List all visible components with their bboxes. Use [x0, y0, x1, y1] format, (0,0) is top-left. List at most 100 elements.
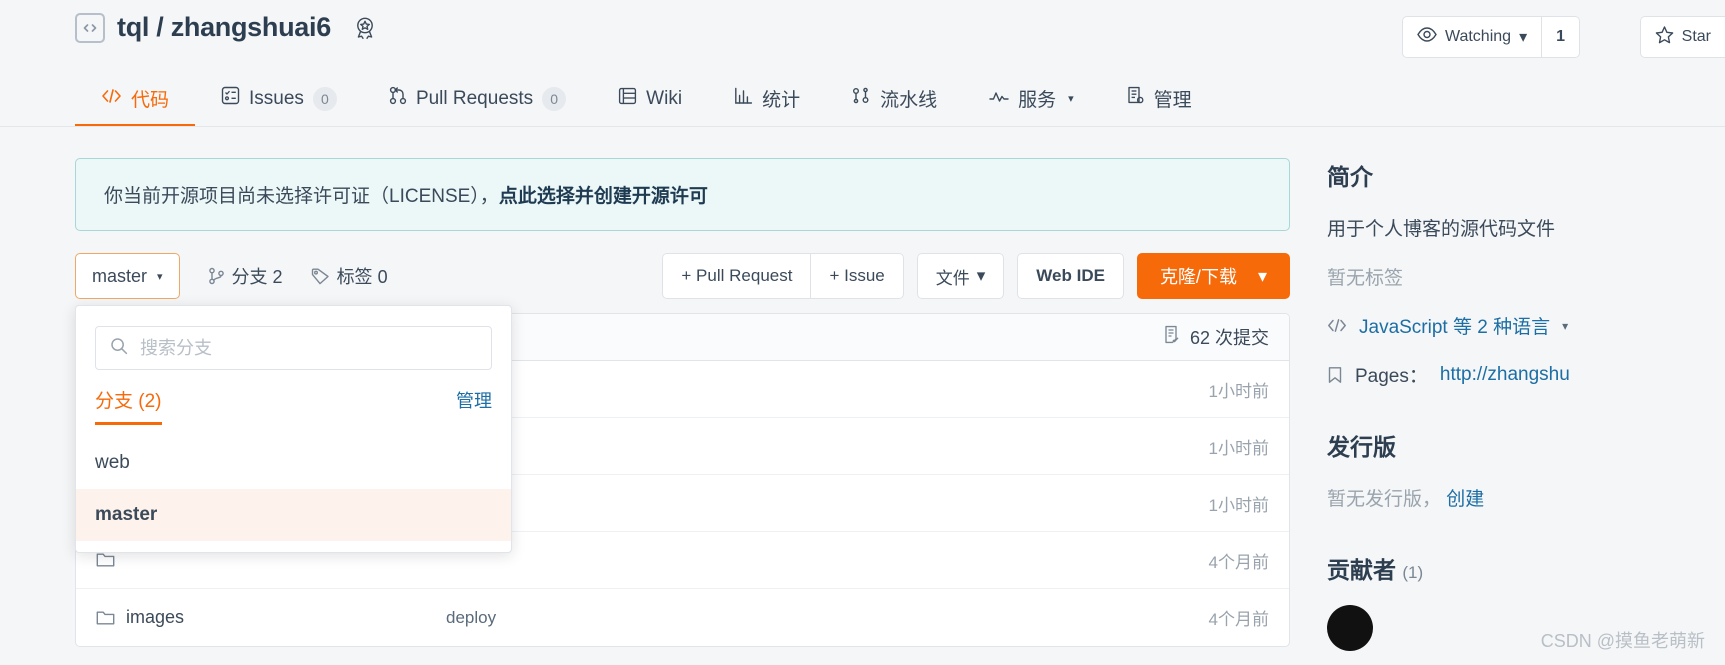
- web-ide-button[interactable]: Web IDE: [1017, 253, 1124, 299]
- branch-search-wrap: [76, 306, 511, 370]
- tab-label: Wiki: [646, 87, 683, 109]
- branch-selector-label: master: [92, 265, 148, 286]
- license-banner: 你当前开源项目尚未选择许可证（LICENSE）， 点此选择并创建开源许可: [75, 158, 1290, 231]
- clone-download-label: 克隆/下载: [1159, 267, 1237, 287]
- tab-issues[interactable]: Issues 0: [195, 73, 363, 127]
- languages-row[interactable]: JavaScript 等 2 种语言 ▾: [1327, 312, 1725, 339]
- tab-label: 统计: [762, 90, 801, 111]
- create-license-link[interactable]: 点此选择并创建开源许可: [499, 181, 708, 208]
- pages-bookmark-icon: [1327, 366, 1343, 384]
- pipeline-icon: [852, 86, 871, 111]
- star-label: Star: [1681, 28, 1711, 45]
- branch-search-box[interactable]: [95, 326, 492, 370]
- new-pull-request-button[interactable]: + Pull Request: [662, 253, 812, 299]
- repo-title-row: tql / zhangshuai6: [75, 12, 379, 43]
- tab-wiki[interactable]: Wiki: [592, 73, 708, 127]
- watch-button[interactable]: Watching ▾: [1401, 16, 1543, 58]
- star-icon: [1655, 25, 1674, 49]
- no-release-row: 暂无发行版， 创建: [1327, 484, 1725, 511]
- tab-label: 流水线: [880, 90, 938, 111]
- tab-label: Issues: [249, 87, 304, 109]
- tags-label: 标签 0: [336, 267, 388, 287]
- tab-pipeline[interactable]: 流水线: [826, 73, 963, 127]
- commit-message: deploy: [446, 607, 497, 627]
- clone-download-button[interactable]: 克隆/下载 ▾: [1136, 253, 1290, 299]
- code-brackets-icon: [75, 12, 105, 43]
- branch-list: web master: [76, 437, 511, 541]
- tab-label: 服务: [1018, 90, 1057, 111]
- repo-nav-tabs: 代码 Issues 0 Pull Requests 0 Wiki 统计 流水线 …: [75, 72, 1218, 127]
- chevron-down-icon: ▾: [1519, 29, 1528, 46]
- folder-icon: [96, 610, 115, 626]
- avatar[interactable]: [1327, 605, 1373, 651]
- settings-doc-icon: [1126, 86, 1145, 111]
- pages-url[interactable]: http://zhangshu: [1440, 364, 1570, 386]
- about-heading: 简介: [1327, 164, 1373, 190]
- branch-selector-button[interactable]: master ▾: [75, 253, 180, 299]
- tab-branches[interactable]: 分支 (2): [95, 386, 162, 425]
- search-input[interactable]: [140, 337, 477, 359]
- create-release-link[interactable]: 创建: [1446, 489, 1484, 510]
- chevron-down-icon: ▾: [157, 270, 163, 283]
- commit-list-icon: [1163, 325, 1181, 349]
- list-item[interactable]: master: [76, 489, 511, 541]
- tab-label: 代码: [131, 90, 170, 111]
- chevron-down-icon: ▾: [1562, 318, 1569, 333]
- files-menu-button[interactable]: 文件 ▾: [916, 253, 1005, 299]
- commit-time: 1小时前: [1208, 381, 1269, 401]
- commits-label: 62 次提交: [1189, 328, 1269, 348]
- service-pulse-icon: [989, 88, 1009, 110]
- tab-statistics[interactable]: 统计: [708, 73, 826, 127]
- repo-sidebar: 简介 用于个人博客的源代码文件 暂无标签 JavaScript 等 2 种语言 …: [1327, 158, 1725, 651]
- code-angle-icon: [1327, 318, 1347, 333]
- pages-row[interactable]: Pages： http://zhangshu: [1327, 361, 1725, 388]
- commit-time: 1小时前: [1208, 495, 1269, 515]
- chevron-down-icon: ▾: [976, 266, 986, 285]
- branch-dropdown-panel: 分支 (2) 管理 web master: [75, 305, 512, 553]
- tab-management[interactable]: 管理: [1100, 73, 1218, 127]
- repo-header: tql / zhangshuai6 Watching ▾ 1 Star 代码 I…: [0, 0, 1725, 130]
- watermark: CSDN @摸鱼老萌新: [1540, 631, 1705, 651]
- nav-divider: [0, 126, 1725, 127]
- watch-group: Watching ▾ 1: [1401, 16, 1580, 58]
- branch-icon: [208, 267, 225, 285]
- commit-time: 4个月前: [1208, 610, 1269, 629]
- contributors-heading: 贡献者 (1): [1327, 551, 1725, 585]
- languages-label: JavaScript 等 2 种语言: [1359, 317, 1551, 338]
- stats-bar-icon: [734, 87, 753, 111]
- about-description: 用于个人博客的源代码文件: [1327, 219, 1556, 240]
- repository-page: tql / zhangshuai6 Watching ▾ 1 Star 代码 I…: [0, 0, 1725, 665]
- star-button[interactable]: Star: [1639, 16, 1725, 58]
- issues-icon: [221, 86, 240, 111]
- manage-branches-link[interactable]: 管理: [456, 387, 492, 425]
- tab-label: Pull Requests: [415, 87, 534, 109]
- pull-request-icon: [389, 86, 407, 111]
- files-menu-label: 文件: [935, 268, 970, 288]
- eye-icon: [1417, 27, 1437, 47]
- file-name-cell[interactable]: [96, 552, 446, 568]
- new-issue-button[interactable]: + Issue: [811, 253, 904, 299]
- pages-label: Pages：: [1355, 366, 1428, 387]
- tab-count: 0: [542, 86, 567, 111]
- tags-link[interactable]: 标签 0: [311, 263, 388, 289]
- tab-pull-requests[interactable]: Pull Requests 0: [363, 73, 592, 127]
- file-name-cell[interactable]: images: [96, 607, 446, 628]
- table-row[interactable]: images deploy 4个月前: [76, 589, 1289, 646]
- watch-count[interactable]: 1: [1542, 16, 1580, 58]
- tab-service[interactable]: 服务 ▾: [963, 73, 1100, 127]
- toolbar-actions: + Pull Request + Issue 文件 ▾ Web IDE 克隆/下…: [662, 253, 1290, 299]
- list-item[interactable]: web: [76, 437, 511, 489]
- folder-icon: [96, 552, 115, 568]
- releases-block: 发行版 暂无发行版， 创建: [1327, 428, 1725, 511]
- award-ribbon-icon: [351, 14, 379, 42]
- watch-label: Watching: [1444, 28, 1512, 45]
- commit-time: 4个月前: [1208, 552, 1269, 572]
- branches-link[interactable]: 分支 2: [208, 263, 283, 289]
- tab-code[interactable]: 代码: [75, 73, 196, 127]
- wiki-book-icon: [618, 87, 637, 111]
- chevron-down-icon: ▾: [1068, 93, 1074, 105]
- branch-dropdown-tabs: 分支 (2) 管理: [76, 386, 511, 425]
- contributors-count: (1): [1402, 563, 1424, 582]
- search-icon: [110, 337, 128, 360]
- commit-time: 1小时前: [1208, 438, 1269, 458]
